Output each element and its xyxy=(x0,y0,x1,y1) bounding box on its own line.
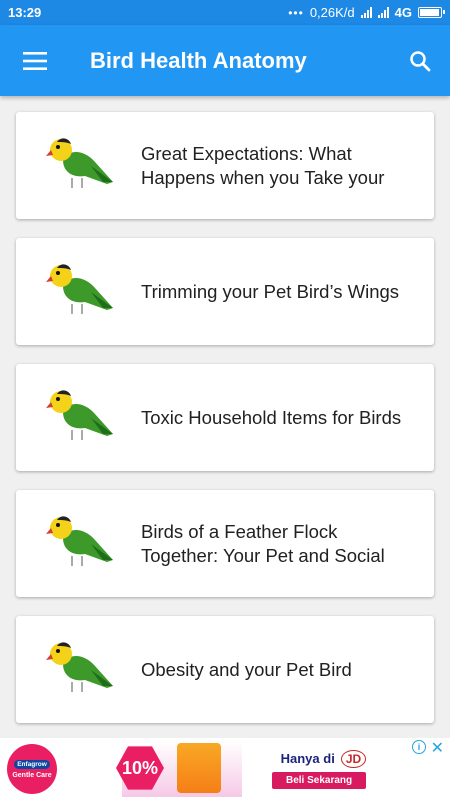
article-card[interactable]: Great Expectations: What Happens when yo… xyxy=(16,112,434,219)
page-title: Bird Health Anatomy xyxy=(90,47,307,73)
article-title: Birds of a Feather Flock Together: Your … xyxy=(141,520,385,566)
hamburger-menu-icon[interactable] xyxy=(0,25,70,96)
article-card[interactable]: Toxic Household Items for Birds xyxy=(16,364,434,471)
search-icon[interactable] xyxy=(390,25,450,96)
ad-discount-badge: 10% xyxy=(116,746,164,790)
notification-dots: ••• xyxy=(288,5,304,20)
bird-thumbnail xyxy=(16,238,141,345)
ad-headline: Hanya di xyxy=(280,751,335,766)
ad-logo-sub: Gentle Care xyxy=(12,771,52,779)
status-bar: 13:29 ••• 0,26K/d 4G xyxy=(0,0,450,25)
ad-headline-row: Hanya di JD xyxy=(280,749,367,768)
bird-thumbnail xyxy=(16,364,141,471)
battery-icon xyxy=(418,7,445,18)
article-card[interactable]: Birds of a Feather Flock Together: Your … xyxy=(16,490,434,597)
article-card[interactable]: Obesity and your Pet Bird xyxy=(16,616,434,723)
product-can-image xyxy=(177,743,221,793)
bird-thumbnail xyxy=(16,490,141,597)
close-icon[interactable]: ✕ xyxy=(431,738,444,758)
network-type: 4G xyxy=(394,5,412,20)
ad-product-image: 10% xyxy=(116,741,242,797)
article-title: Great Expectations: What Happens when yo… xyxy=(141,142,385,188)
bird-thumbnail xyxy=(16,616,141,723)
ad-banner[interactable]: Enfagrow Gentle Care 10% Hanya di JD Bel… xyxy=(0,738,450,800)
app-bar: Bird Health Anatomy xyxy=(0,25,450,96)
signal-icon-2 xyxy=(377,7,389,18)
article-card[interactable]: Trimming your Pet Bird’s Wings xyxy=(16,238,434,345)
ad-store-logo: JD xyxy=(340,749,367,768)
signal-icon xyxy=(360,7,372,18)
bird-thumbnail xyxy=(16,112,141,219)
article-title: Obesity and your Pet Bird xyxy=(141,658,352,680)
ad-cta-button[interactable]: Beli Sekarang xyxy=(272,771,367,789)
ad-brand-logo: Enfagrow Gentle Care xyxy=(0,738,62,800)
status-time: 13:29 xyxy=(8,5,42,20)
info-icon[interactable]: i xyxy=(412,740,426,754)
status-indicators: ••• 0,26K/d 4G xyxy=(288,5,445,20)
network-speed: 0,26K/d xyxy=(309,5,355,20)
ad-brand-name: Enfagrow xyxy=(14,759,50,769)
article-title: Toxic Household Items for Birds xyxy=(141,406,402,428)
ad-text-block: Hanya di JD Beli Sekarang xyxy=(272,749,367,789)
brand-logo: Enfagrow Gentle Care xyxy=(7,744,57,794)
article-title: Trimming your Pet Bird’s Wings xyxy=(141,280,400,302)
